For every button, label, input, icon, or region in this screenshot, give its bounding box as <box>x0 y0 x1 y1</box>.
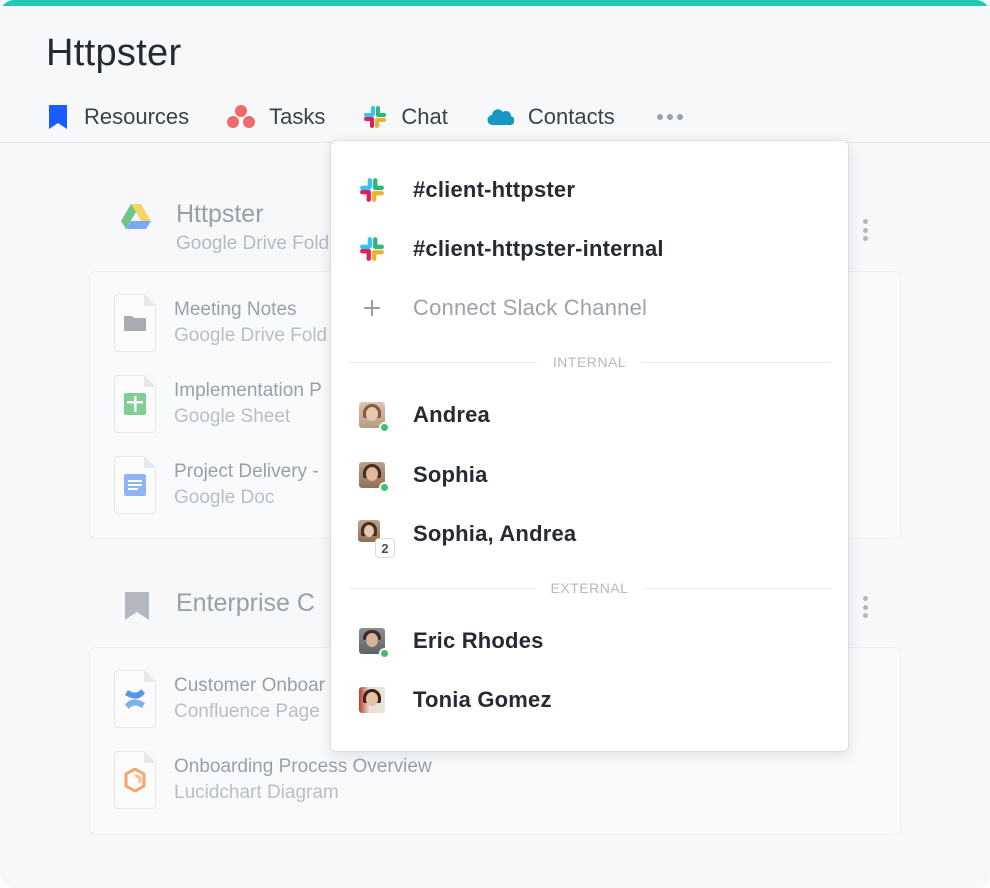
dm-label: Tonia Gomez <box>413 687 552 712</box>
list-item[interactable]: Meeting Notes Google Drive Fold <box>114 294 327 352</box>
list-item[interactable]: Project Delivery - Google Doc <box>114 456 319 514</box>
online-status-icon <box>379 482 390 493</box>
external-divider: EXTERNAL <box>349 580 831 596</box>
channel-label: #client-httpster-internal <box>413 236 664 261</box>
sheet-icon <box>114 375 156 433</box>
dot-icon <box>656 114 663 120</box>
salesforce-cloud-icon <box>486 105 514 129</box>
app-window: Httpster Resources Tasks Chat Contacts H… <box>0 0 990 888</box>
section-httpster: Httpster Google Drive Fold <box>120 200 329 255</box>
avatar <box>359 687 385 713</box>
page-title: Httpster <box>46 32 182 74</box>
bookmark-icon <box>124 591 150 621</box>
connect-slack-channel-button[interactable]: Connect Slack Channel <box>357 288 647 328</box>
slack-icon <box>357 175 387 205</box>
dm-label: Sophia, Andrea <box>413 521 577 546</box>
tab-bar: Resources Tasks Chat Contacts <box>46 102 683 132</box>
tab-chat[interactable]: Chat <box>363 104 448 130</box>
dot-icon <box>666 114 673 120</box>
list-item[interactable]: Customer Onboar Confluence Page <box>114 670 325 728</box>
item-subtitle: Google Doc <box>174 487 275 508</box>
more-tabs-button[interactable] <box>656 114 683 120</box>
doc-icon <box>114 456 156 514</box>
kebab-menu-button[interactable] <box>862 219 868 241</box>
folder-icon <box>114 294 156 352</box>
dm-item-sophia[interactable]: Sophia <box>357 455 488 495</box>
tab-contacts[interactable]: Contacts <box>486 104 615 130</box>
tab-label: Resources <box>84 104 190 129</box>
channel-item[interactable]: #client-httpster-internal <box>357 229 664 269</box>
list-item[interactable]: Onboarding Process Overview Lucidchart D… <box>114 751 432 809</box>
tab-label: Contacts <box>527 104 615 129</box>
item-title: Onboarding Process Overview <box>174 756 432 777</box>
slack-icon <box>363 105 387 129</box>
google-drive-icon <box>120 202 152 230</box>
connect-label: Connect Slack Channel <box>413 295 648 320</box>
section-title: Enterprise C <box>176 589 315 617</box>
lucidchart-icon <box>114 751 156 809</box>
dm-label: Sophia <box>413 462 488 487</box>
item-subtitle: Google Drive Fold <box>174 325 328 346</box>
tab-tasks[interactable]: Tasks <box>227 104 325 130</box>
plus-icon <box>357 293 387 323</box>
item-title: Meeting Notes <box>174 299 297 320</box>
item-subtitle: Lucidchart Diagram <box>174 782 339 803</box>
online-status-icon <box>379 648 390 659</box>
list-item[interactable]: Implementation P Google Sheet <box>114 375 322 433</box>
dm-label: Eric Rhodes <box>413 628 544 653</box>
divider-label: INTERNAL <box>552 354 627 370</box>
item-title: Customer Onboar <box>174 675 326 696</box>
divider-label: EXTERNAL <box>550 580 629 596</box>
section-title: Httpster <box>176 200 264 228</box>
dm-item-andrea[interactable]: Andrea <box>357 395 490 435</box>
group-dm-item[interactable]: 2 Sophia, Andrea <box>357 514 577 558</box>
dm-item-tonia-gomez[interactable]: Tonia Gomez <box>357 680 552 720</box>
section-enterprise: Enterprise C <box>124 589 315 621</box>
chat-dropdown-menu: #client-httpster #client-httpster-intern… <box>331 141 848 751</box>
tab-label: Tasks <box>269 104 326 129</box>
bookmark-icon <box>46 105 70 129</box>
item-title: Implementation P <box>174 380 322 401</box>
item-title: Project Delivery - <box>174 461 319 482</box>
online-status-icon <box>379 422 390 433</box>
kebab-menu-button[interactable] <box>862 596 868 618</box>
confluence-icon <box>114 670 156 728</box>
tab-resources[interactable]: Resources <box>46 104 189 130</box>
item-subtitle: Google Sheet <box>174 406 291 427</box>
channel-label: #client-httpster <box>413 177 576 202</box>
asana-icon <box>227 105 256 129</box>
tab-label: Chat <box>401 104 448 129</box>
slack-icon <box>357 234 387 264</box>
header: Httpster Resources Tasks Chat Contacts <box>0 6 990 143</box>
dm-label: Andrea <box>413 402 490 427</box>
section-subtitle: Google Drive Fold <box>176 233 330 254</box>
internal-divider: INTERNAL <box>349 354 831 370</box>
dot-icon <box>676 114 683 120</box>
item-subtitle: Confluence Page <box>174 701 320 722</box>
dm-item-eric-rhodes[interactable]: Eric Rhodes <box>357 621 544 661</box>
member-count-badge: 2 <box>375 538 395 558</box>
channel-item[interactable]: #client-httpster <box>357 170 575 210</box>
